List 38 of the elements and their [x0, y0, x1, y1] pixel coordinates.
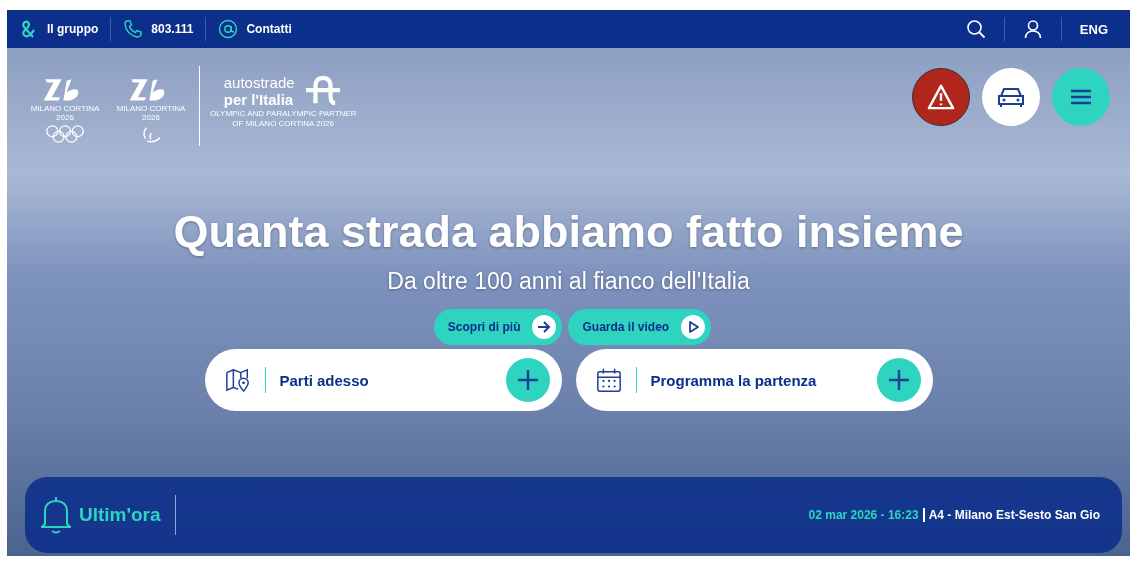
- partner-tagline: OLYMPIC AND PARALYMPIC PARTNER: [210, 109, 357, 118]
- olympic-rings-icon: [45, 124, 85, 144]
- map-pin-icon: [224, 367, 251, 393]
- plus-icon[interactable]: [876, 358, 921, 402]
- search-icon[interactable]: [965, 19, 986, 39]
- news-title: Ultim'ora: [79, 504, 161, 526]
- bell-icon: [41, 496, 71, 534]
- news-date: 02 mar 2026 - 16:23: [808, 508, 919, 522]
- brand-name: per l'Italia: [223, 91, 295, 108]
- planner-label: Parti adesso: [279, 371, 370, 389]
- news-text[interactable]: A4 - Milano Est-Sesto San Gio: [928, 508, 1100, 522]
- plus-icon[interactable]: [505, 358, 550, 402]
- planner-card[interactable]: Programma la partenza: [575, 349, 933, 411]
- menu-button[interactable]: [1052, 68, 1110, 126]
- top-link[interactable]: 803.111: [123, 19, 194, 39]
- language-link[interactable]: ENG: [1079, 21, 1108, 37]
- play-icon: [681, 315, 706, 339]
- games-name: MILANO CORTINA: [30, 104, 100, 113]
- partner-tagline: OF MILANO CORTINA 2026: [232, 119, 335, 128]
- top-link[interactable]: Il gruppo: [19, 19, 99, 39]
- top-link[interactable]: Contatti: [218, 19, 292, 39]
- discover-button[interactable]: Scopri di più: [433, 309, 563, 345]
- brand-name: autostrade: [223, 74, 295, 91]
- car-button[interactable]: [982, 68, 1040, 126]
- planner-label: Programma la partenza: [650, 371, 818, 389]
- video-button[interactable]: Guarda il video: [568, 309, 712, 345]
- hero-subtitle: Da oltre 100 anni al fianco dell'Italia: [387, 268, 750, 295]
- calendar-icon: [595, 367, 622, 393]
- planner-card[interactable]: Parti adesso: [204, 349, 562, 411]
- user-icon[interactable]: [1022, 19, 1043, 39]
- phone-icon: [123, 19, 144, 39]
- warning-icon: [926, 84, 956, 110]
- at-sign-icon: [218, 19, 239, 39]
- hero-title: Quanta strada abbiamo fatto insieme: [173, 206, 964, 258]
- games-year: 2026: [142, 113, 160, 122]
- menu-icon: [1069, 88, 1093, 106]
- games-name: MILANO CORTINA: [116, 104, 186, 113]
- games-year: 2026: [56, 113, 74, 122]
